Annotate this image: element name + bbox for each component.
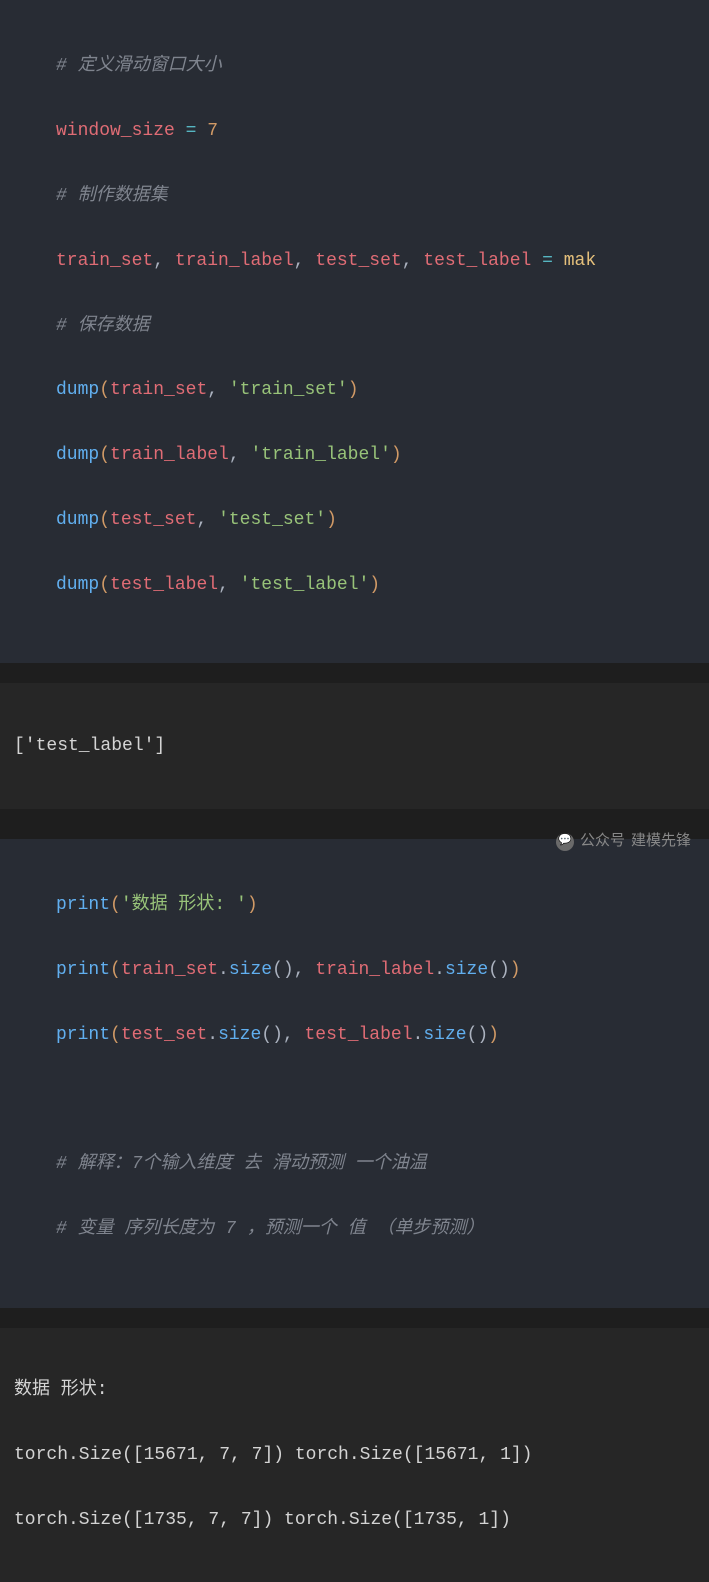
string: 'train_label' <box>250 445 390 465</box>
operator-eq: = <box>175 121 207 141</box>
number: 7 <box>207 121 218 141</box>
wechat-icon: 💬 <box>556 833 574 851</box>
paren: ( <box>110 895 121 915</box>
function-print: print <box>56 960 110 980</box>
argument: train_set <box>110 380 207 400</box>
watermark-name: 建模先锋 <box>631 828 691 855</box>
variable: train_set <box>56 251 153 271</box>
comment: # 解释：7个输入维度 去 滑动预测 一个油温 <box>56 1154 427 1174</box>
paren: ) <box>391 445 402 465</box>
paren: ) <box>488 1025 499 1045</box>
method-size: size <box>445 960 488 980</box>
paren: ( <box>110 1025 121 1045</box>
variable: test_label <box>423 251 531 271</box>
dot: . <box>434 960 445 980</box>
comma: , <box>294 960 316 980</box>
dot: . <box>413 1025 424 1045</box>
comma: , <box>283 1025 305 1045</box>
paren: () <box>488 960 510 980</box>
function-dump: dump <box>56 575 99 595</box>
variable: test_set <box>121 1025 207 1045</box>
code-block-1: # 定义滑动窗口大小 window_size = 7 # 制作数据集 train… <box>0 0 709 663</box>
dot: . <box>207 1025 218 1045</box>
code-block-2: print('数据 形状: ') print(train_set.size(),… <box>0 839 709 1308</box>
watermark-label: 公众号 <box>580 828 625 855</box>
comma: , <box>218 575 240 595</box>
output-text: torch.Size([1735, 7, 7]) torch.Size([173… <box>14 1504 695 1536</box>
paren: ( <box>99 510 110 530</box>
output-text: ['test_label'] <box>14 730 695 762</box>
method-size: size <box>423 1025 466 1045</box>
watermark: 💬 公众号 建模先锋 <box>556 828 691 855</box>
string: 'test_set' <box>218 510 326 530</box>
paren: ) <box>326 510 337 530</box>
function-print: print <box>56 1025 110 1045</box>
argument: test_label <box>110 575 218 595</box>
comment: # 变量 序列长度为 7 ，预测一个 值 （单步预测） <box>56 1219 484 1239</box>
function-call: mak <box>564 251 596 271</box>
output-text: torch.Size([15671, 7, 7]) torch.Size([15… <box>14 1439 695 1471</box>
function-dump: dump <box>56 380 99 400</box>
function-dump: dump <box>56 445 99 465</box>
comma: , <box>196 510 218 530</box>
paren: () <box>272 960 294 980</box>
output-block-2: 数据 形状: torch.Size([15671, 7, 7]) torch.S… <box>0 1328 709 1582</box>
method-size: size <box>218 1025 261 1045</box>
variable: train_label <box>315 960 434 980</box>
comma: , <box>402 251 424 271</box>
argument: train_label <box>110 445 229 465</box>
string: 'train_set' <box>229 380 348 400</box>
comment: # 保存数据 <box>56 316 150 336</box>
argument: test_set <box>110 510 196 530</box>
output-block-1: ['test_label'] <box>0 683 709 808</box>
variable: test_set <box>315 251 401 271</box>
gap <box>0 663 709 683</box>
gap <box>0 1308 709 1328</box>
string: '数据 形状: ' <box>121 895 247 915</box>
paren: ( <box>110 960 121 980</box>
comma: , <box>207 380 229 400</box>
comma: , <box>153 251 175 271</box>
variable: train_label <box>175 251 294 271</box>
method-size: size <box>229 960 272 980</box>
variable: train_set <box>121 960 218 980</box>
function-print: print <box>56 895 110 915</box>
comment: # 定义滑动窗口大小 <box>56 56 222 76</box>
paren: ( <box>99 445 110 465</box>
paren: () <box>467 1025 489 1045</box>
comment: # 制作数据集 <box>56 186 168 206</box>
paren: () <box>261 1025 283 1045</box>
paren: ( <box>99 575 110 595</box>
paren: ) <box>369 575 380 595</box>
paren: ) <box>247 895 258 915</box>
variable: window_size <box>56 121 175 141</box>
comma: , <box>229 445 251 465</box>
paren: ( <box>99 380 110 400</box>
string: 'test_label' <box>240 575 370 595</box>
comma: , <box>294 251 316 271</box>
dot: . <box>218 960 229 980</box>
function-dump: dump <box>56 510 99 530</box>
variable: test_label <box>305 1025 413 1045</box>
operator-eq: = <box>531 251 563 271</box>
paren: ) <box>348 380 359 400</box>
paren: ) <box>510 960 521 980</box>
output-text: 数据 形状: <box>14 1374 695 1406</box>
